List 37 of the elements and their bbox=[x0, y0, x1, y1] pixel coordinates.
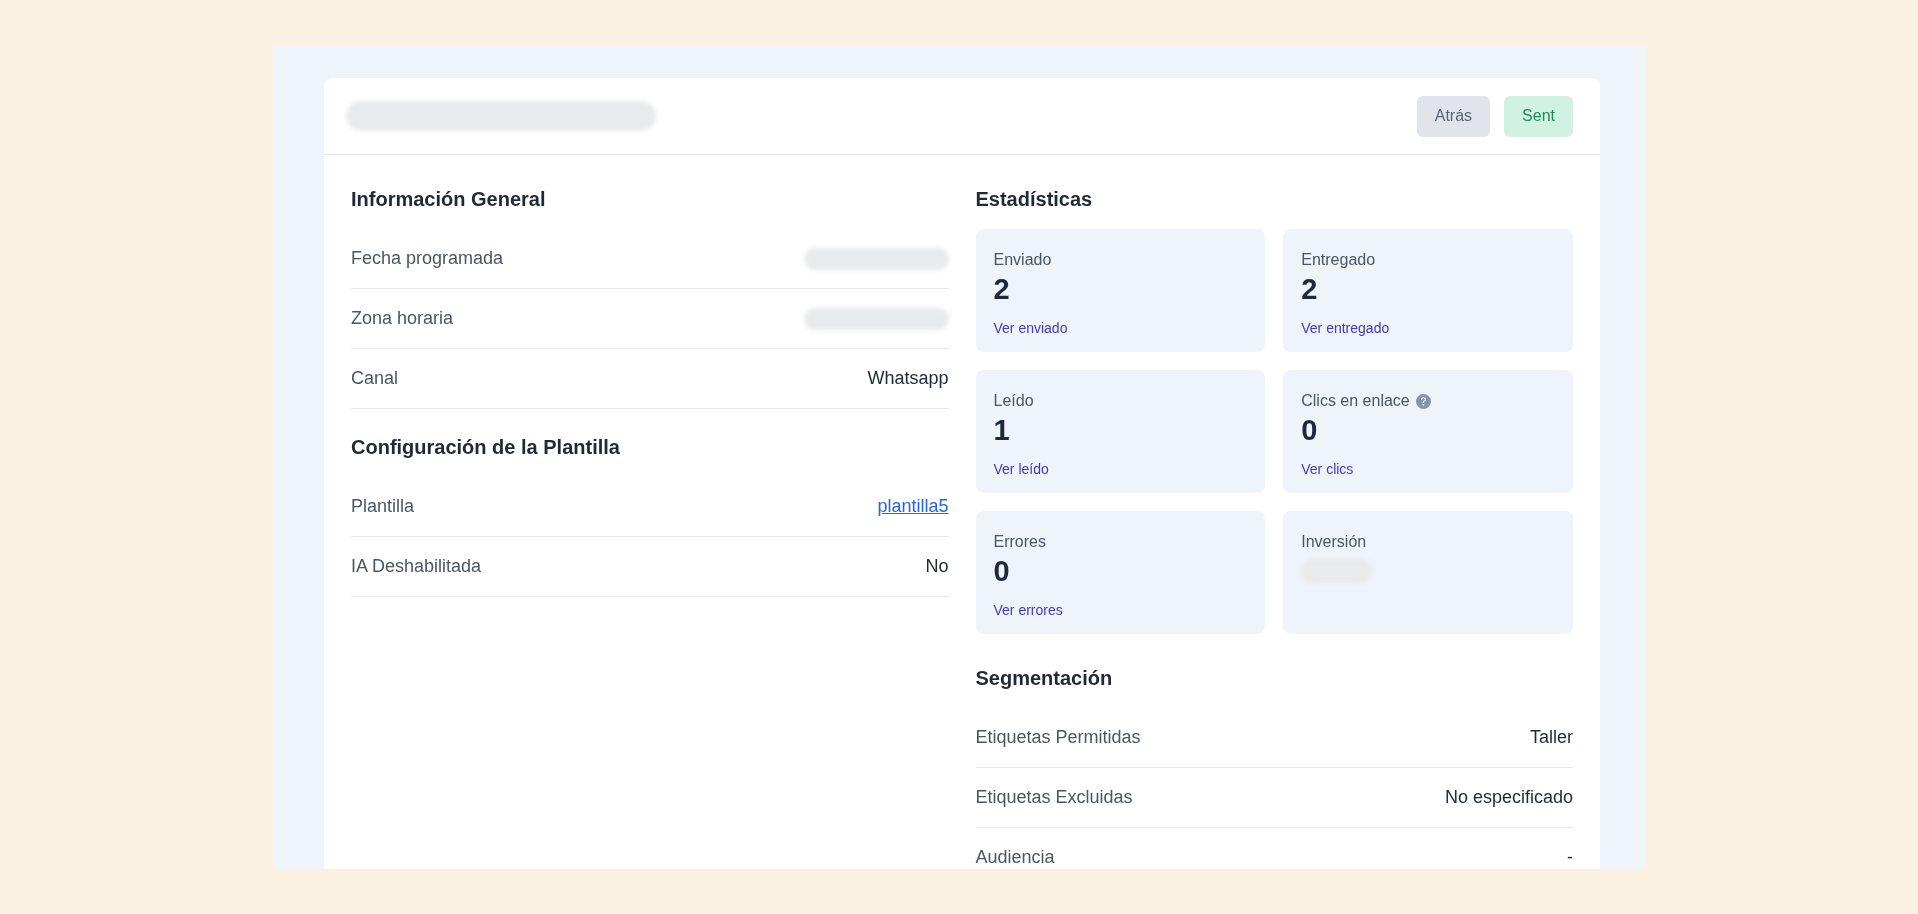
field-label: Etiquetas Permitidas bbox=[975, 727, 1141, 748]
stat-value: 1 bbox=[993, 414, 1010, 447]
field-value: - bbox=[1567, 847, 1573, 868]
field-label: Audiencia bbox=[975, 847, 1055, 868]
field-label: IA Deshabilitada bbox=[351, 556, 482, 577]
stat-label: Leído bbox=[993, 392, 1034, 410]
field-label: Plantilla bbox=[351, 496, 415, 517]
field-label: Fecha programada bbox=[351, 248, 504, 269]
field-value: Taller bbox=[1530, 727, 1573, 748]
stat-link[interactable]: Ver entregado bbox=[1301, 320, 1390, 336]
field-value: No bbox=[925, 556, 949, 577]
stat-label: Clics en enlace bbox=[1301, 392, 1410, 410]
section-title: Estadísticas bbox=[975, 187, 1094, 212]
stat-label: Entregado bbox=[1301, 251, 1376, 269]
help-icon[interactable] bbox=[1415, 393, 1431, 409]
stat-link[interactable]: Ver clics bbox=[1301, 461, 1354, 477]
field-value: Whatsapp bbox=[867, 368, 949, 389]
stat-value: 2 bbox=[993, 273, 1010, 306]
back-button[interactable]: Atrás bbox=[1416, 95, 1491, 137]
status-badge[interactable]: Sent bbox=[1504, 95, 1573, 137]
field-label: Canal bbox=[351, 368, 399, 389]
stat-label: Enviado bbox=[993, 251, 1052, 269]
stat-value: 2 bbox=[1301, 273, 1318, 306]
stat-link[interactable]: Ver enviado bbox=[993, 320, 1068, 336]
stat-label: Inversión bbox=[1301, 533, 1367, 551]
section-title: Configuración de la Plantilla bbox=[351, 435, 621, 460]
field-value: No especificado bbox=[1444, 787, 1573, 808]
section-title: Información General bbox=[351, 187, 547, 212]
field-label: Zona horaria bbox=[351, 308, 454, 329]
section-title: Segmentación bbox=[975, 666, 1114, 691]
field-label: Etiquetas Excluidas bbox=[975, 787, 1133, 808]
template-link[interactable]: plantilla5 bbox=[877, 496, 949, 517]
stat-link[interactable]: Ver leído bbox=[993, 461, 1049, 477]
stat-value: 0 bbox=[1301, 414, 1318, 447]
stat-label: Errores bbox=[993, 533, 1046, 551]
stat-value: 0 bbox=[993, 555, 1010, 588]
stat-link[interactable]: Ver errores bbox=[993, 602, 1063, 618]
